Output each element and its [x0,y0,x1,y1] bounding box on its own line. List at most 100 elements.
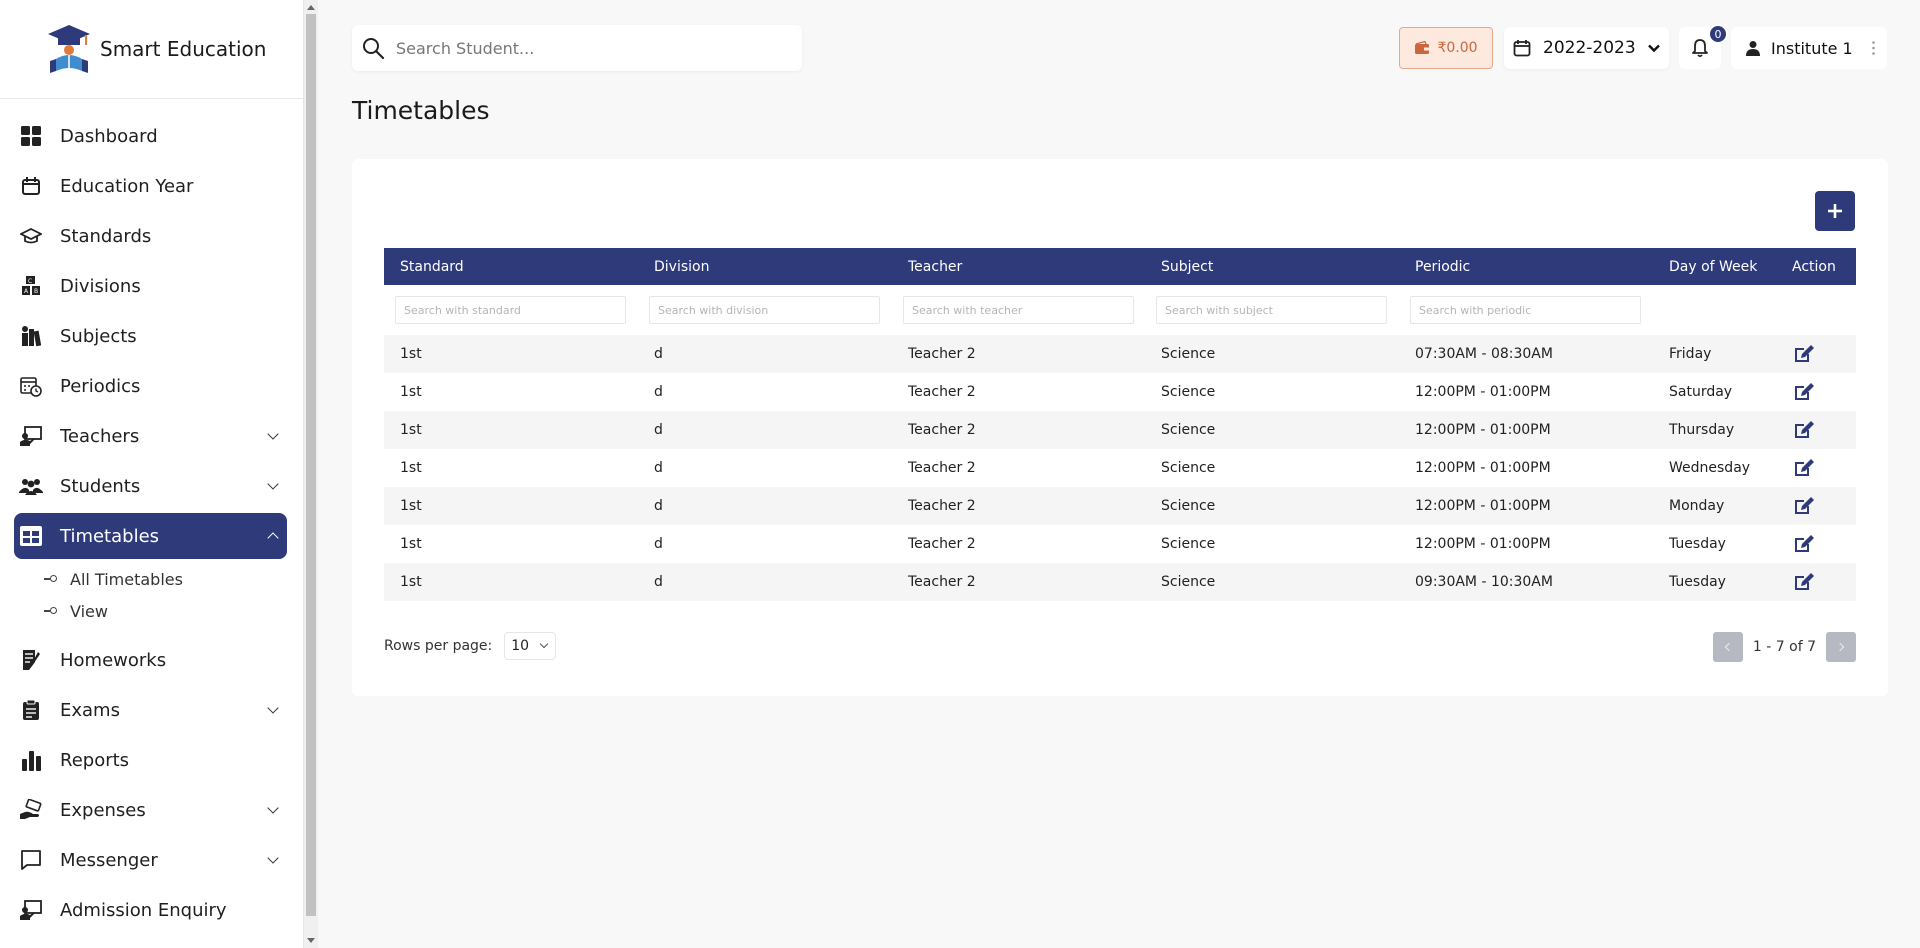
sidebar-item-exams[interactable]: Exams [14,687,287,733]
cell-day-of-week: Friday [1669,346,1712,362]
submenu-item-all-timetables[interactable]: All Timetables [44,563,303,595]
filter-teacher-input[interactable] [903,296,1134,324]
sidebar-item-timetables[interactable]: Timetables [14,513,287,559]
filter-division-input[interactable] [649,296,880,324]
sidebar-item-divisions[interactable]: CAB Divisions [14,263,287,309]
hand-money-icon [19,798,43,822]
sidebar-item-label: Dashboard [60,125,158,147]
cell-teacher: Teacher 2 [908,574,976,590]
edit-icon[interactable] [1793,344,1815,364]
svg-text:B: B [34,288,38,295]
filter-periodic-input[interactable] [1410,296,1641,324]
cell-standard: 1st [400,460,422,476]
notifications-button[interactable]: 0 [1679,24,1728,69]
cell-standard: 1st [400,498,422,514]
scroll-up-arrow-icon[interactable] [307,5,315,10]
column-header-teacher[interactable]: Teacher [892,259,1145,275]
edit-icon[interactable] [1793,420,1815,440]
cell-action [1776,382,1856,402]
sidebar-menu: Dashboard Education Year Standards CAB D… [0,99,303,933]
submenu-item-label: View [70,601,108,621]
dashboard-icon [19,124,43,148]
cell-action [1776,420,1856,440]
chevron-down-icon [267,802,279,814]
sidebar-item-label: Timetables [60,525,160,547]
cell-standard: 1st [400,384,422,400]
sidebar-item-standards[interactable]: Standards [14,213,287,259]
sidebar-item-subjects[interactable]: Subjects [14,313,287,359]
cell-division: d [654,536,663,552]
cell-subject: Science [1161,536,1216,552]
cell-division: d [654,422,663,438]
notification-count-badge: 0 [1708,24,1728,44]
teacher-board-icon [19,424,43,448]
calendar-icon [1513,40,1531,57]
column-header-day-of-week[interactable]: Day of Week [1653,259,1776,275]
previous-page-button[interactable] [1712,632,1743,662]
submenu-item-label: All Timetables [70,569,183,589]
sidebar-item-teachers[interactable]: Teachers [14,413,287,459]
sidebar-item-students[interactable]: Students [14,463,287,509]
cell-day-of-week: Tuesday [1669,536,1726,552]
scrollbar-thumb[interactable] [306,14,316,916]
add-timetable-button[interactable] [1815,191,1855,231]
filter-subject-input[interactable] [1156,296,1387,324]
sidebar-item-label: Periodics [60,375,141,397]
table-header: Standard Division Teacher Subject Period… [384,248,1856,285]
chevron-down-icon [1647,44,1660,53]
wallet-balance-button[interactable]: ₹0.00 [1399,27,1493,69]
cell-day-of-week: Wednesday [1669,460,1751,476]
edit-icon[interactable] [1793,534,1815,554]
next-page-button[interactable] [1826,632,1856,662]
sidebar-item-expenses[interactable]: Expenses [14,787,287,833]
search-icon [363,38,385,60]
cell-teacher: Teacher 2 [908,384,976,400]
sidebar-item-label: Homeworks [60,649,167,671]
cell-action [1776,496,1856,516]
bar-chart-icon [19,748,43,772]
cell-standard: 1st [400,422,422,438]
rows-per-page-label: Rows per page: [384,638,493,654]
clipboard-icon [19,698,43,722]
sidebar-item-reports[interactable]: Reports [14,737,287,783]
sidebar-item-homeworks[interactable]: Homeworks [14,637,287,683]
chevron-left-icon [1725,642,1734,652]
scroll-down-arrow-icon[interactable] [307,938,315,943]
sidebar-item-dashboard[interactable]: Dashboard [14,113,287,159]
rows-per-page: Rows per page: 10 [384,632,557,660]
sidebar-item-periodics[interactable]: Periodics [14,363,287,409]
submenu-item-view[interactable]: View [44,595,303,627]
edit-icon[interactable] [1793,458,1815,478]
table-row: 1st d Teacher 2 Science 12:00PM - 01:00P… [384,449,1856,487]
more-vertical-icon[interactable] [1872,41,1875,55]
edit-icon[interactable] [1793,572,1815,592]
cell-periodic: 12:00PM - 01:00PM [1415,536,1551,552]
books-icon [19,324,43,348]
filter-cell-standard [384,296,638,324]
sidebar-item-label: Divisions [60,275,141,297]
search-input[interactable] [396,38,776,58]
edit-icon[interactable] [1793,382,1815,402]
cell-action [1776,344,1856,364]
table-row: 1st d Teacher 2 Science 12:00PM - 01:00P… [384,487,1856,525]
column-header-subject[interactable]: Subject [1145,259,1399,275]
education-year-value: 2022-2023 [1543,38,1636,58]
education-year-select[interactable]: 2022-2023 [1504,27,1669,69]
column-header-periodic[interactable]: Periodic [1399,259,1653,275]
rows-per-page-select[interactable]: 10 [504,632,557,660]
timetables-card: Standard Division Teacher Subject Period… [352,159,1888,696]
sidebar-item-messenger[interactable]: Messenger [14,837,287,883]
sidebar-scrollbar[interactable] [304,0,318,948]
cell-teacher: Teacher 2 [908,422,976,438]
column-header-standard[interactable]: Standard [384,259,638,275]
table-row: 1st d Teacher 2 Science 07:30AM - 08:30A… [384,335,1856,373]
sidebar-item-admission-enquiry[interactable]: Admission Enquiry [14,887,287,933]
sidebar-item-education-year[interactable]: Education Year [14,163,287,209]
cell-standard: 1st [400,536,422,552]
column-header-division[interactable]: Division [638,259,892,275]
cell-day-of-week: Thursday [1669,422,1735,438]
brand[interactable]: Smart Education [0,0,303,99]
user-menu-button[interactable]: Institute 1 [1731,27,1887,69]
edit-icon[interactable] [1793,496,1815,516]
filter-standard-input[interactable] [395,296,626,324]
